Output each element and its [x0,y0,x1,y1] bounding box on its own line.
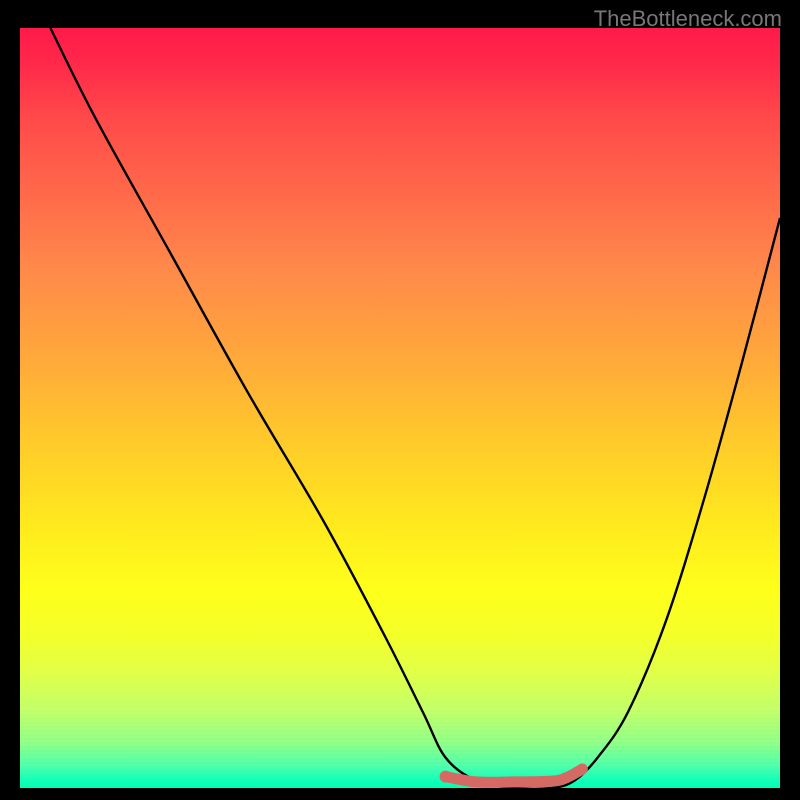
watermark-text: TheBottleneck.com [594,6,782,32]
red-curve-segment [446,769,583,782]
plot-area [20,28,780,788]
black-curve [50,28,780,788]
red-curve-start-dot [440,771,452,783]
curve-layer [20,28,780,788]
